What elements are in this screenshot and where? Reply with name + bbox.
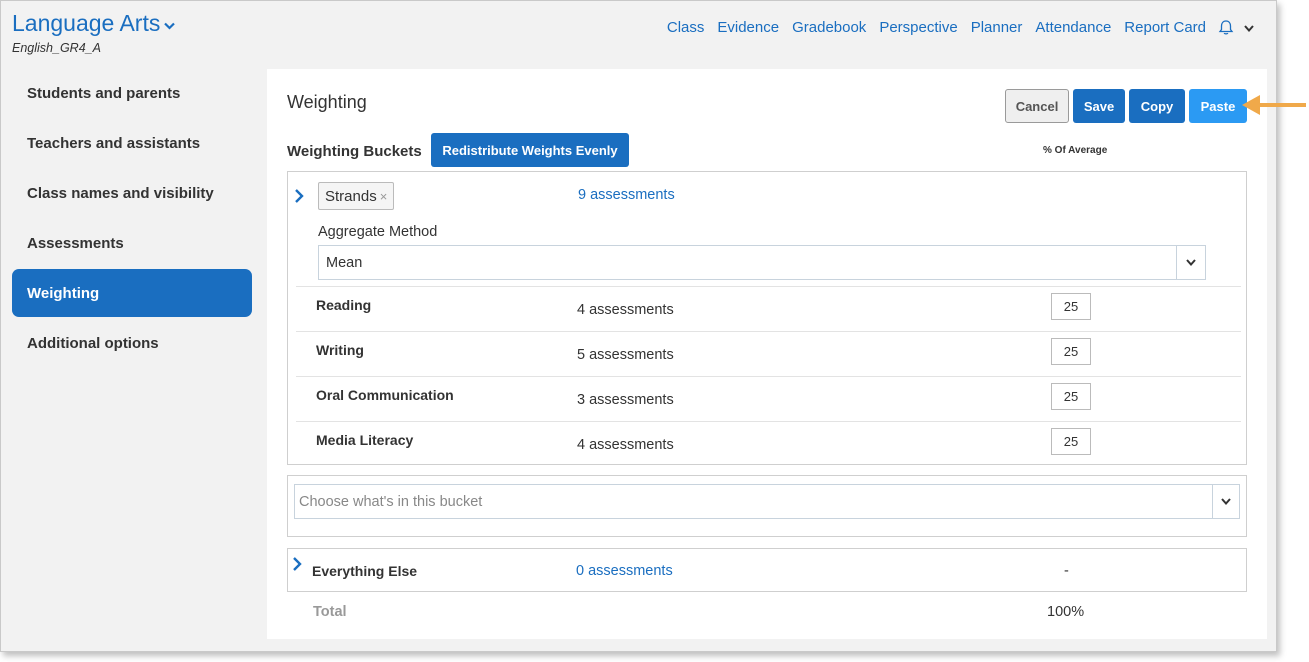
strands-tag: Strands × bbox=[318, 182, 395, 210]
chevron-down-icon[interactable] bbox=[1176, 246, 1205, 279]
sidebar-item-class-names-and-visibility[interactable]: Class names and visibility bbox=[12, 169, 252, 217]
class-title: Language Arts bbox=[12, 10, 161, 36]
total-value: 100% bbox=[1047, 604, 1085, 620]
nav-attendance[interactable]: Attendance bbox=[1035, 19, 1111, 36]
strand-weight-input[interactable]: 25 bbox=[1051, 293, 1091, 320]
everything-else-percent: - bbox=[1064, 563, 1069, 579]
new-bucket-section: Choose what's in this bucket bbox=[287, 475, 1247, 537]
sidebar-item-assessments[interactable]: Assessments bbox=[12, 219, 252, 267]
header: Language Arts English_GR4_A Class Eviden… bbox=[1, 1, 1276, 63]
strand-row-writing: Writing 5 assessments 25 bbox=[296, 331, 1241, 376]
save-button[interactable]: Save bbox=[1073, 89, 1125, 123]
strand-count: 4 assessments bbox=[577, 437, 674, 453]
chevron-down-icon bbox=[164, 18, 176, 33]
strand-name: Media Literacy bbox=[316, 432, 414, 448]
copy-button[interactable]: Copy bbox=[1129, 89, 1185, 123]
strand-name: Reading bbox=[316, 297, 372, 313]
strand-count: 3 assessments bbox=[577, 392, 674, 408]
redistribute-weights-button[interactable]: Redistribute Weights Evenly bbox=[431, 133, 629, 167]
sidebar-item-weighting[interactable]: Weighting bbox=[12, 269, 252, 317]
strand-count: 4 assessments bbox=[577, 302, 674, 318]
action-buttons: Cancel Save Copy Paste bbox=[1005, 89, 1247, 123]
everything-else-label: Everything Else bbox=[312, 563, 418, 579]
class-code: English_GR4_A bbox=[12, 41, 101, 55]
bucket-assessments-link[interactable]: 9 assessments bbox=[578, 187, 675, 203]
cancel-button[interactable]: Cancel bbox=[1005, 89, 1069, 123]
chevron-down-icon[interactable] bbox=[1244, 21, 1254, 35]
nav-gradebook[interactable]: Gradebook bbox=[792, 19, 866, 36]
sidebar-item-teachers-and-assistants[interactable]: Teachers and assistants bbox=[12, 119, 252, 167]
nav-perspective[interactable]: Perspective bbox=[879, 19, 957, 36]
aggregate-method-select[interactable]: Mean bbox=[318, 245, 1206, 280]
aggregate-method-label: Aggregate Method bbox=[318, 224, 438, 240]
sidebar-item-students-and-parents[interactable]: Students and parents bbox=[12, 69, 252, 117]
strand-name: Oral Communication bbox=[316, 387, 454, 403]
strand-row-oral-communication: Oral Communication 3 assessments 25 bbox=[296, 376, 1241, 421]
everything-else-bucket: Everything Else 0 assessments - bbox=[287, 548, 1247, 592]
strand-weight-input[interactable]: 25 bbox=[1051, 338, 1091, 365]
bucket-content-placeholder: Choose what's in this bucket bbox=[299, 493, 483, 510]
remove-tag-icon[interactable]: × bbox=[380, 189, 388, 204]
expand-chevron-icon[interactable] bbox=[294, 188, 304, 209]
nav-class[interactable]: Class bbox=[667, 19, 705, 36]
class-selector[interactable]: Language Arts bbox=[12, 10, 176, 37]
strand-row-media-literacy: Media Literacy 4 assessments 25 bbox=[296, 421, 1241, 466]
nav-evidence[interactable]: Evidence bbox=[717, 19, 779, 36]
app-window: Language Arts English_GR4_A Class Eviden… bbox=[0, 0, 1277, 652]
sidebar: Students and parents Teachers and assist… bbox=[12, 69, 252, 369]
aggregate-method-value: Mean bbox=[326, 254, 363, 271]
page-title: Weighting bbox=[287, 92, 367, 112]
sidebar-item-additional-options[interactable]: Additional options bbox=[12, 319, 252, 367]
nav-report-card[interactable]: Report Card bbox=[1124, 19, 1206, 36]
bucket-content-select[interactable]: Choose what's in this bucket bbox=[294, 484, 1240, 519]
strand-weight-input[interactable]: 25 bbox=[1051, 428, 1091, 455]
bell-icon[interactable] bbox=[1218, 19, 1234, 36]
chevron-down-icon[interactable] bbox=[1212, 485, 1239, 518]
top-navigation: Class Evidence Gradebook Perspective Pla… bbox=[654, 19, 1254, 36]
strand-name: Writing bbox=[316, 342, 364, 358]
weighting-panel: Weighting Cancel Save Copy Paste Weighti… bbox=[267, 69, 1267, 639]
strands-bucket: Strands × 9 assessments Aggregate Method… bbox=[287, 171, 1247, 465]
strand-count: 5 assessments bbox=[577, 347, 674, 363]
tag-label: Strands bbox=[325, 187, 377, 205]
total-label: Total bbox=[313, 604, 347, 620]
nav-planner[interactable]: Planner bbox=[971, 19, 1023, 36]
percent-of-average-header: % Of Average bbox=[1043, 145, 1108, 156]
expand-chevron-icon[interactable] bbox=[292, 556, 302, 577]
strand-row-reading: Reading 4 assessments 25 bbox=[296, 286, 1241, 331]
strand-weight-input[interactable]: 25 bbox=[1051, 383, 1091, 410]
annotation-arrow-icon bbox=[1242, 95, 1306, 115]
everything-else-assessments-link[interactable]: 0 assessments bbox=[576, 563, 673, 579]
weighting-buckets-label: Weighting Buckets bbox=[287, 143, 422, 160]
